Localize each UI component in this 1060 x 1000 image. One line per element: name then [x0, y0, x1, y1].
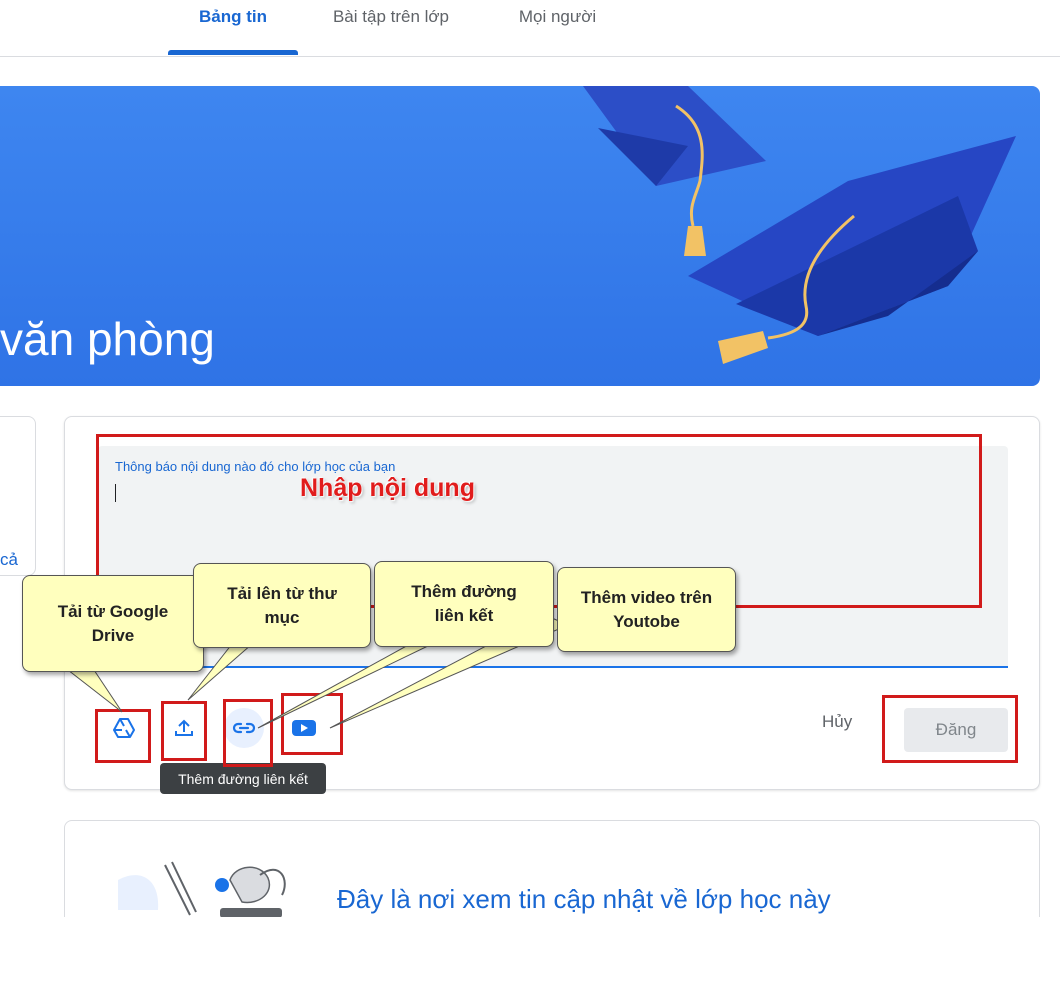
empty-state-text: Đây là nơi xem tin cập nhật về lớp học n… [337, 884, 831, 914]
empty-state-illustration [118, 861, 286, 918]
callout-link: Thêm đường liên kết [374, 561, 554, 647]
callout-upload: Tải lên từ thư mục [193, 563, 371, 648]
callout-drive: Tải từ Google Drive [22, 575, 204, 672]
callout-youtube: Thêm video trên Youtobe [557, 567, 736, 652]
page-bottom-blank [0, 917, 1060, 1000]
